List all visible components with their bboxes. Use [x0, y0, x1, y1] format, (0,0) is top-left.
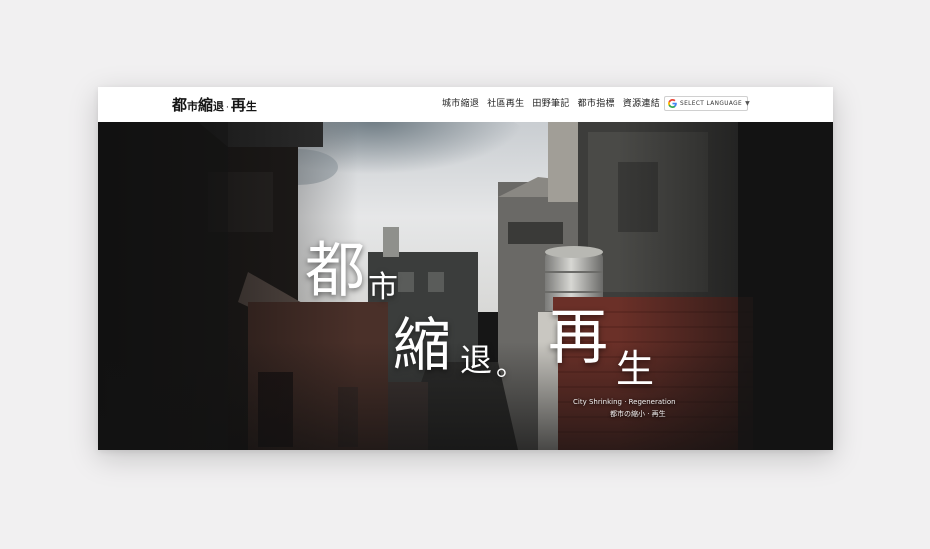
hero-title-char: 退 [460, 341, 493, 379]
chevron-down-icon: ▼ [745, 100, 750, 107]
hero-banner: 都 市 縮 退 。 再 生 City Shrinking · Regenerat… [98, 122, 833, 450]
logo-char: 縮 [198, 96, 214, 114]
logo-separator: · [226, 103, 229, 113]
logo-char: 市 [187, 100, 199, 113]
logo-char: 都 [172, 96, 188, 114]
logo-char: 生 [245, 100, 257, 113]
hero-title-char: 市 [368, 270, 398, 305]
hero-title-char: 縮 [393, 311, 452, 379]
nav-item-city-shrinking[interactable]: 城市縮退 [442, 97, 479, 111]
nav-item-resource-links[interactable]: 資源連結 [623, 97, 660, 111]
language-select[interactable]: SELECT LANGUAGE ▼ [664, 96, 750, 111]
language-select-label: SELECT LANGUAGE [680, 100, 743, 107]
hero-title-char: 。 [496, 349, 525, 382]
hero-title-char: 再 [548, 303, 608, 373]
main-nav: 城市縮退 社區再生 田野筆記 都市指標 資源連結 [442, 97, 660, 111]
nav-item-urban-indicators[interactable]: 都市指標 [578, 97, 615, 111]
hero-subtitle-chinese: 都市の縮小 · 再生 [610, 410, 666, 418]
site-logo[interactable]: 都 市 縮 退 · 再 生 [172, 94, 257, 116]
hero-title-char: 生 [616, 347, 655, 391]
site-header: 都 市 縮 退 · 再 生 城市縮退 社區再生 田野筆記 都市指標 資源連結 S… [98, 87, 833, 122]
logo-char: 退 [213, 100, 225, 113]
nav-item-field-notes[interactable]: 田野筆記 [532, 97, 569, 111]
website-frame: 都 市 縮 退 · 再 生 城市縮退 社區再生 田野筆記 都市指標 資源連結 S… [98, 87, 833, 450]
google-g-icon [668, 99, 677, 108]
nav-item-community-regeneration[interactable]: 社區再生 [487, 97, 524, 111]
hero-title-char: 都 [305, 236, 365, 306]
hero-subtitle-english: City Shrinking · Regeneration [573, 398, 676, 406]
alley-photo-background [98, 122, 833, 450]
logo-char: 再 [230, 96, 246, 114]
